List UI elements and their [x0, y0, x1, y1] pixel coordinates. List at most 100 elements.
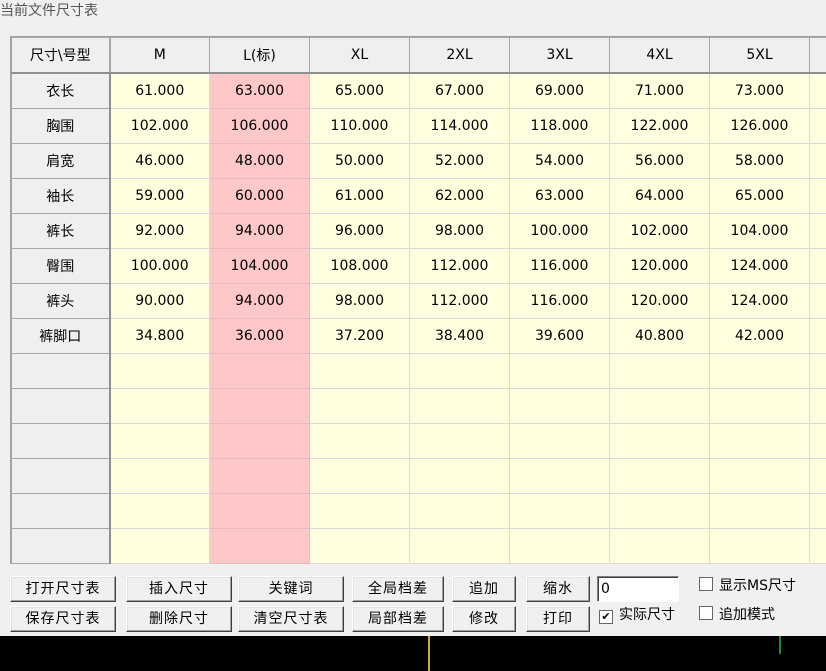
empty-cell[interactable]: [109, 528, 210, 564]
row-header[interactable]: [11, 353, 111, 389]
empty-cell[interactable]: [609, 353, 710, 389]
size-cell[interactable]: 71.000: [609, 72, 710, 109]
size-cell-overflow[interactable]: [809, 283, 826, 319]
size-cell[interactable]: 38.400: [409, 318, 510, 354]
empty-cell[interactable]: [709, 423, 810, 459]
size-cell[interactable]: 114.000: [409, 108, 510, 144]
empty-cell[interactable]: [609, 388, 710, 424]
empty-cell[interactable]: [509, 353, 610, 389]
size-cell[interactable]: 116.000: [509, 248, 610, 284]
size-cell[interactable]: 108.000: [309, 248, 410, 284]
size-cell-overflow[interactable]: [809, 143, 826, 179]
row-header[interactable]: 裤脚口: [11, 318, 111, 354]
empty-cell[interactable]: [209, 458, 310, 494]
size-cell[interactable]: 104.000: [209, 248, 310, 284]
column-header[interactable]: 5XL: [709, 37, 810, 74]
row-header[interactable]: 胸围: [11, 108, 111, 144]
empty-cell[interactable]: [509, 528, 610, 564]
size-cell[interactable]: 63.000: [509, 178, 610, 214]
size-cell[interactable]: 124.000: [709, 283, 810, 319]
global-grade-button[interactable]: 全局档差: [352, 576, 444, 602]
size-table[interactable]: 尺寸\号型 M L(标) XL 2XL 3XL 4XL 5XL 衣长 61.000 63.000…: [10, 36, 826, 564]
column-header[interactable]: 2XL: [409, 37, 510, 74]
column-header[interactable]: 4XL: [609, 37, 710, 74]
print-button[interactable]: 打印: [526, 606, 590, 632]
empty-cell[interactable]: [109, 493, 210, 529]
shrink-value-input[interactable]: [597, 576, 679, 602]
row-header[interactable]: 袖长: [11, 178, 111, 214]
size-cell-overflow[interactable]: [809, 248, 826, 284]
empty-cell[interactable]: [409, 528, 510, 564]
empty-cell[interactable]: [609, 528, 710, 564]
size-cell[interactable]: 61.000: [109, 72, 210, 109]
size-cell[interactable]: 54.000: [509, 143, 610, 179]
size-cell[interactable]: 118.000: [509, 108, 610, 144]
empty-cell[interactable]: [809, 423, 826, 459]
empty-cell[interactable]: [409, 493, 510, 529]
empty-cell[interactable]: [709, 353, 810, 389]
size-cell[interactable]: 110.000: [309, 108, 410, 144]
checkbox-unchecked-icon[interactable]: [699, 606, 713, 620]
empty-cell[interactable]: [309, 528, 410, 564]
empty-cell[interactable]: [709, 388, 810, 424]
size-cell[interactable]: 100.000: [109, 248, 210, 284]
size-cell[interactable]: 42.000: [709, 318, 810, 354]
empty-cell[interactable]: [509, 493, 610, 529]
open-size-table-button[interactable]: 打开尺寸表: [10, 576, 116, 602]
size-cell[interactable]: 124.000: [709, 248, 810, 284]
size-cell[interactable]: 120.000: [609, 248, 710, 284]
empty-cell[interactable]: [809, 528, 826, 564]
keyword-button[interactable]: 关键词: [238, 576, 344, 602]
empty-cell[interactable]: [409, 353, 510, 389]
size-cell-overflow[interactable]: [809, 318, 826, 354]
row-header[interactable]: [11, 388, 111, 424]
size-cell[interactable]: 37.200: [309, 318, 410, 354]
empty-cell[interactable]: [309, 423, 410, 459]
modify-button[interactable]: 修改: [452, 606, 516, 632]
size-cell-overflow[interactable]: [809, 213, 826, 249]
append-mode-checkbox[interactable]: 追加模式: [699, 605, 775, 625]
append-button[interactable]: 追加: [452, 576, 516, 602]
clear-size-table-button[interactable]: 清空尺寸表: [238, 606, 344, 632]
size-cell[interactable]: 52.000: [409, 143, 510, 179]
empty-cell[interactable]: [209, 528, 310, 564]
shrink-button[interactable]: 缩水: [526, 576, 590, 602]
empty-cell[interactable]: [509, 458, 610, 494]
empty-cell[interactable]: [709, 458, 810, 494]
size-cell[interactable]: 102.000: [609, 213, 710, 249]
size-cell[interactable]: 106.000: [209, 108, 310, 144]
size-cell[interactable]: 48.000: [209, 143, 310, 179]
empty-cell[interactable]: [309, 388, 410, 424]
size-cell[interactable]: 112.000: [409, 283, 510, 319]
row-header[interactable]: 肩宽: [11, 143, 111, 179]
empty-cell[interactable]: [309, 353, 410, 389]
row-header[interactable]: 裤长: [11, 213, 111, 249]
size-cell[interactable]: 65.000: [709, 178, 810, 214]
checkmark-icon[interactable]: ✔: [599, 610, 613, 624]
empty-cell[interactable]: [209, 353, 310, 389]
empty-cell[interactable]: [809, 353, 826, 389]
empty-cell[interactable]: [409, 423, 510, 459]
size-cell[interactable]: 60.000: [209, 178, 310, 214]
empty-cell[interactable]: [209, 423, 310, 459]
empty-cell[interactable]: [609, 458, 710, 494]
size-cell[interactable]: 90.000: [109, 283, 210, 319]
size-cell[interactable]: 73.000: [709, 72, 810, 109]
size-cell[interactable]: 67.000: [409, 72, 510, 109]
column-header[interactable]: L(标): [209, 37, 310, 74]
size-cell-overflow[interactable]: [809, 72, 826, 109]
actual-size-checkbox[interactable]: ✔ 实际尺寸: [599, 605, 675, 625]
row-header[interactable]: [11, 493, 111, 529]
size-cell[interactable]: 69.000: [509, 72, 610, 109]
empty-cell[interactable]: [109, 353, 210, 389]
row-header[interactable]: [11, 528, 111, 564]
size-cell[interactable]: 126.000: [709, 108, 810, 144]
empty-cell[interactable]: [309, 458, 410, 494]
empty-cell[interactable]: [509, 423, 610, 459]
insert-size-button[interactable]: 插入尺寸: [126, 576, 232, 602]
empty-cell[interactable]: [709, 528, 810, 564]
empty-cell[interactable]: [809, 458, 826, 494]
empty-cell[interactable]: [609, 423, 710, 459]
size-cell[interactable]: 50.000: [309, 143, 410, 179]
row-header[interactable]: 裤头: [11, 283, 111, 319]
